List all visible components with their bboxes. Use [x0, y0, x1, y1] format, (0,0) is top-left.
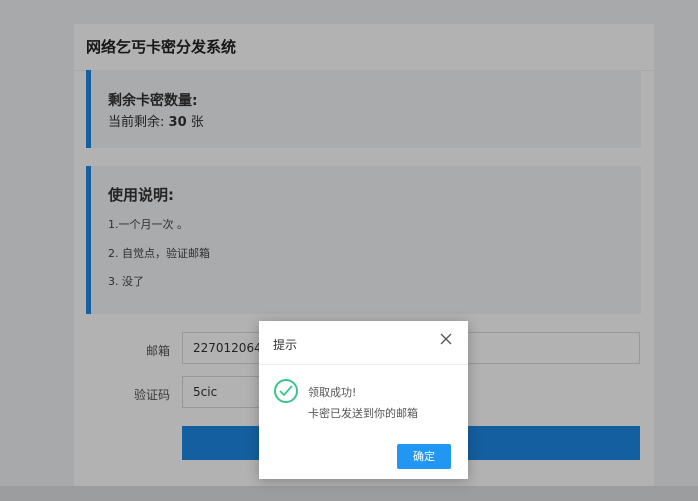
success-check-icon [274, 379, 298, 403]
dialog-divider [259, 364, 468, 365]
dialog-title: 提示 [273, 338, 298, 352]
success-dialog: 提示 领取成功! 卡密已发送到你的邮箱 确定 [259, 321, 468, 479]
close-icon[interactable] [440, 333, 454, 347]
dialog-message-success: 领取成功! [308, 386, 357, 399]
bottom-strip [0, 486, 698, 501]
dialog-message-detail: 卡密已发送到你的邮箱 [308, 407, 418, 420]
confirm-button[interactable]: 确定 [397, 444, 451, 469]
